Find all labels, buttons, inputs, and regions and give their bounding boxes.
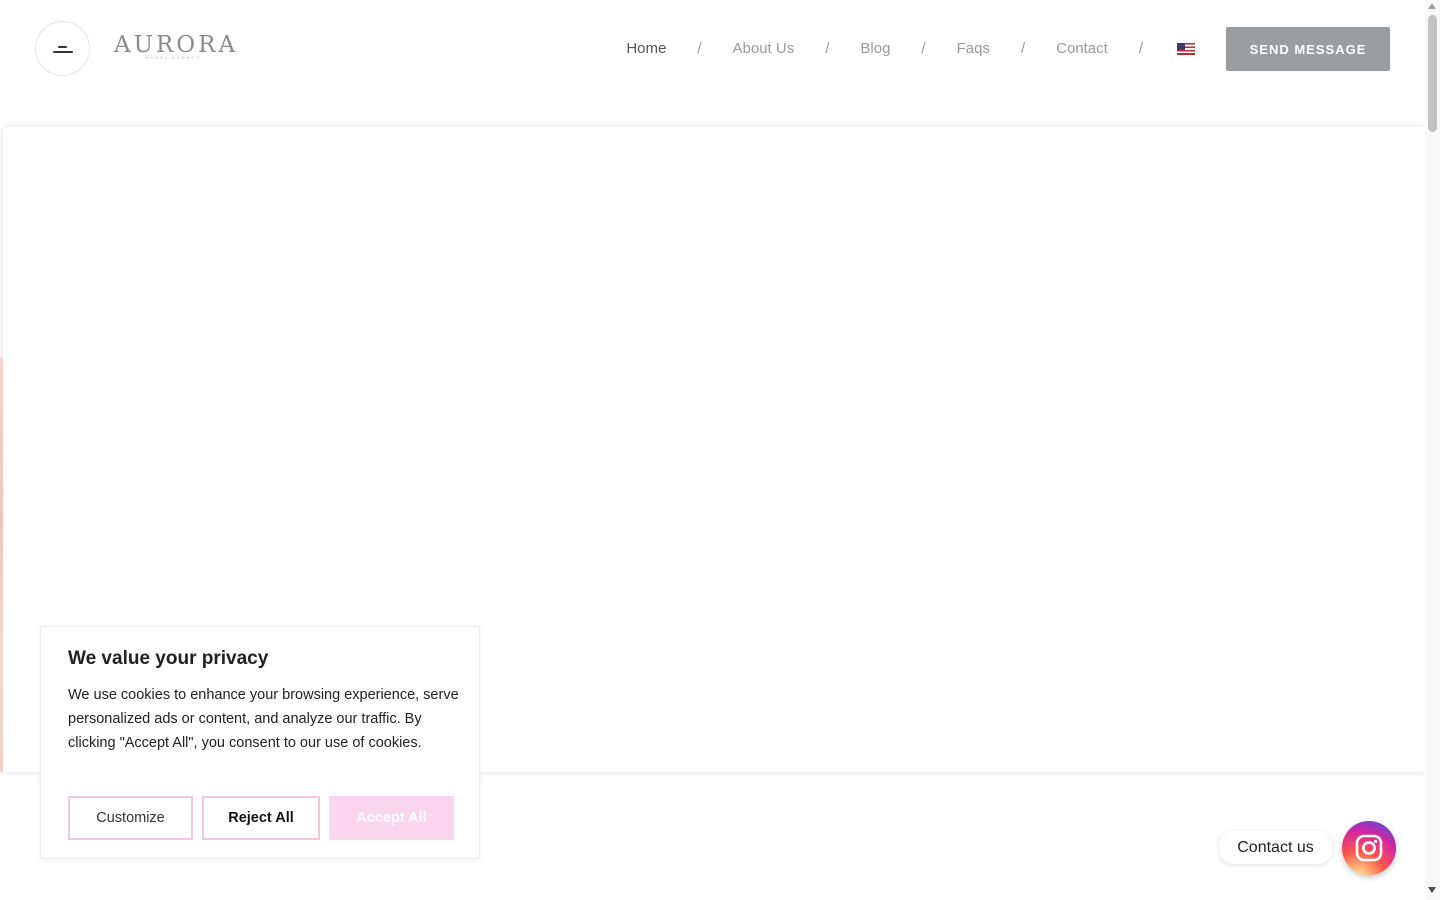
hero-image-edge bbox=[0, 357, 3, 772]
instagram-contact-button[interactable] bbox=[1342, 821, 1396, 875]
nav-separator: / bbox=[697, 40, 702, 57]
scroll-down-arrow-icon[interactable] bbox=[1428, 887, 1436, 893]
cookie-title: We value your privacy bbox=[68, 648, 269, 669]
us-flag-icon[interactable] bbox=[1177, 43, 1195, 55]
scroll-thumb[interactable] bbox=[1428, 15, 1437, 132]
contact-us-label[interactable]: Contact us bbox=[1219, 831, 1332, 864]
menu-toggle-button[interactable] bbox=[35, 21, 90, 76]
nav-about-us[interactable]: About Us bbox=[733, 38, 795, 60]
nav-blog[interactable]: Blog bbox=[860, 38, 890, 60]
customize-button[interactable]: Customize bbox=[68, 796, 193, 840]
scroll-up-arrow-icon[interactable] bbox=[1428, 3, 1436, 9]
site-header: AURORA MODEL AGENCY Home / About Us / Bl… bbox=[0, 0, 1425, 98]
page-scrollbar[interactable] bbox=[1425, 0, 1440, 900]
main-nav: Home / About Us / Blog / Faqs / Contact … bbox=[626, 38, 1195, 60]
nav-home[interactable]: Home bbox=[626, 38, 666, 60]
reject-all-button[interactable]: Reject All bbox=[202, 796, 320, 840]
nav-contact[interactable]: Contact bbox=[1056, 38, 1108, 60]
nav-separator: / bbox=[825, 40, 830, 57]
hamburger-icon bbox=[58, 46, 67, 48]
logo-tagline: MODEL AGENCY bbox=[145, 55, 201, 60]
cookie-consent-banner: We value your privacy We use cookies to … bbox=[40, 626, 480, 859]
cookie-description: We use cookies to enhance your browsing … bbox=[68, 687, 459, 751]
nav-separator: / bbox=[1138, 40, 1143, 57]
accept-all-button[interactable]: Accept All bbox=[329, 796, 454, 840]
send-message-button[interactable]: SEND MESSAGE bbox=[1226, 27, 1390, 71]
instagram-icon bbox=[1355, 834, 1383, 862]
nav-separator: / bbox=[921, 40, 926, 57]
nav-faqs[interactable]: Faqs bbox=[957, 38, 990, 60]
site-logo[interactable]: AURORA MODEL AGENCY bbox=[114, 30, 235, 66]
nav-separator: / bbox=[1020, 40, 1026, 57]
